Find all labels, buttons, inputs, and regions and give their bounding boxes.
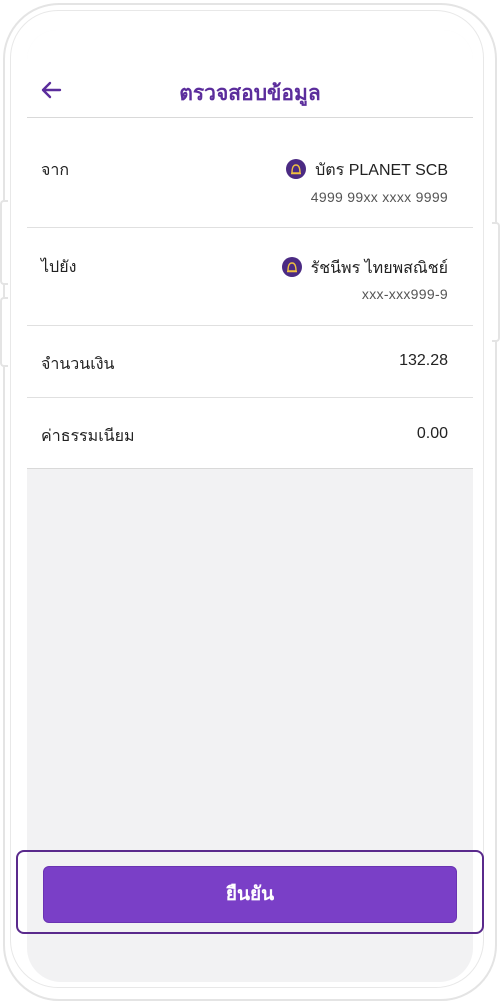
scb-logo-icon xyxy=(286,159,307,179)
from-row: จาก บัตร PLANET SCB 4999 99xx xxxx 9999 xyxy=(27,118,473,228)
to-account-name: รัชนีพร ไทยพสณิชย์ xyxy=(310,260,448,277)
to-row: ไปยัง รัชนีพร ไทยพสณิชย์ xxx-xxx999-9 xyxy=(27,228,473,326)
phone-side-button-right xyxy=(492,222,500,342)
phone-side-button-left xyxy=(0,200,8,285)
to-account-number: xxx-xxx999-9 xyxy=(361,286,448,302)
page-title: ตรวจสอบข้อมูล xyxy=(179,82,321,105)
fee-label: ค่าธรรมเนียม xyxy=(41,428,135,445)
details-panel: จาก บัตร PLANET SCB 4999 99xx xxxx 9999 … xyxy=(27,118,473,469)
to-label: ไปยัง xyxy=(41,259,77,276)
scb-logo-icon xyxy=(281,257,302,277)
phone-side-button-left-2 xyxy=(0,297,8,367)
confirm-button-highlight: ยืนยัน xyxy=(16,850,484,934)
from-account-name: บัตร PLANET SCB xyxy=(315,162,448,179)
fee-value: 0.00 xyxy=(416,425,448,442)
amount-label: จำนวนเงิน xyxy=(41,356,115,373)
amount-value: 132.28 xyxy=(399,352,448,369)
to-account: รัชนีพร ไทยพสณิชย์ xyxy=(281,256,448,281)
fee-row: ค่าธรรมเนียม 0.00 xyxy=(27,398,473,469)
amount-row: จำนวนเงิน 132.28 xyxy=(27,326,473,398)
from-account-number: 4999 99xx xxxx 9999 xyxy=(310,189,448,205)
confirm-button[interactable]: ยืนยัน xyxy=(43,866,457,923)
from-label: จาก xyxy=(41,162,70,179)
app-screen: ตรวจสอบข้อมูล จาก บัตร PLANET SCB 4999 9… xyxy=(27,30,473,982)
header-bar: ตรวจสอบข้อมูล xyxy=(27,30,473,118)
from-account: บัตร PLANET SCB xyxy=(286,158,448,183)
